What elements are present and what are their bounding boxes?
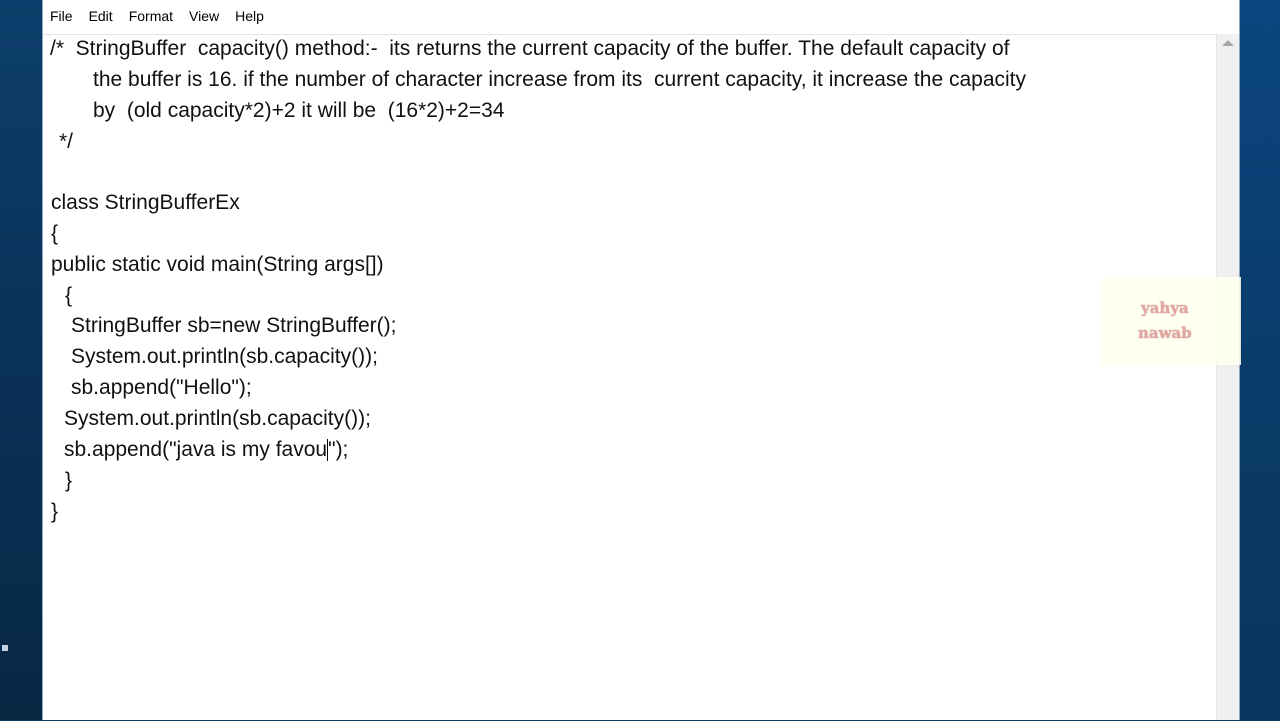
desktop-icon-fragment <box>2 645 8 651</box>
code-line-8: { <box>65 284 73 307</box>
code-line-1: /* StringBuffer capacity() method:- its … <box>50 37 1010 60</box>
watermark-line-1: yahya <box>1141 299 1189 317</box>
code-line-10: System.out.println(sb.capacity()); <box>71 345 378 368</box>
code-line-13: sb.append("java is my favou"); <box>64 438 348 462</box>
menu-bar: File Edit Format View Help <box>43 0 1239 32</box>
code-line-14: } <box>65 469 73 492</box>
code-line-9: StringBuffer sb=new StringBuffer(); <box>71 314 397 337</box>
code-line-3: by (old capacity*2)+2 it will be (16*2)+… <box>93 99 505 122</box>
watermark-line-2: nawab <box>1138 324 1192 342</box>
code-line-2: the buffer is 16. if the number of chara… <box>93 68 1026 91</box>
menu-file[interactable]: File <box>43 7 81 32</box>
code-line-13-after-cursor: "); <box>328 438 349 461</box>
menu-view[interactable]: View <box>181 7 227 32</box>
desktop-background-right <box>1236 0 1280 720</box>
code-line-15: } <box>51 500 59 523</box>
code-line-11: sb.append("Hello"); <box>71 376 252 399</box>
code-line-7: public static void main(String args[]) <box>51 253 384 276</box>
code-line-6: { <box>51 222 59 245</box>
code-line-4: */ <box>59 130 74 153</box>
channel-watermark: yahya nawab <box>1101 277 1241 365</box>
code-line-13-before-cursor: sb.append("java is my favou <box>64 438 328 461</box>
scroll-up-arrow-icon[interactable] <box>1222 40 1234 46</box>
code-line-12: System.out.println(sb.capacity()); <box>64 407 371 430</box>
menu-format[interactable]: Format <box>121 7 181 32</box>
notepad-window: File Edit Format View Help /* StringBuff… <box>42 0 1240 720</box>
vertical-scrollbar[interactable] <box>1216 34 1239 720</box>
text-editor-area[interactable]: /* StringBuffer capacity() method:- its … <box>43 34 1215 721</box>
desktop-background-left <box>0 0 44 720</box>
code-line-5: class StringBufferEx <box>51 191 240 214</box>
menu-help[interactable]: Help <box>227 7 272 32</box>
menu-edit[interactable]: Edit <box>81 7 121 32</box>
